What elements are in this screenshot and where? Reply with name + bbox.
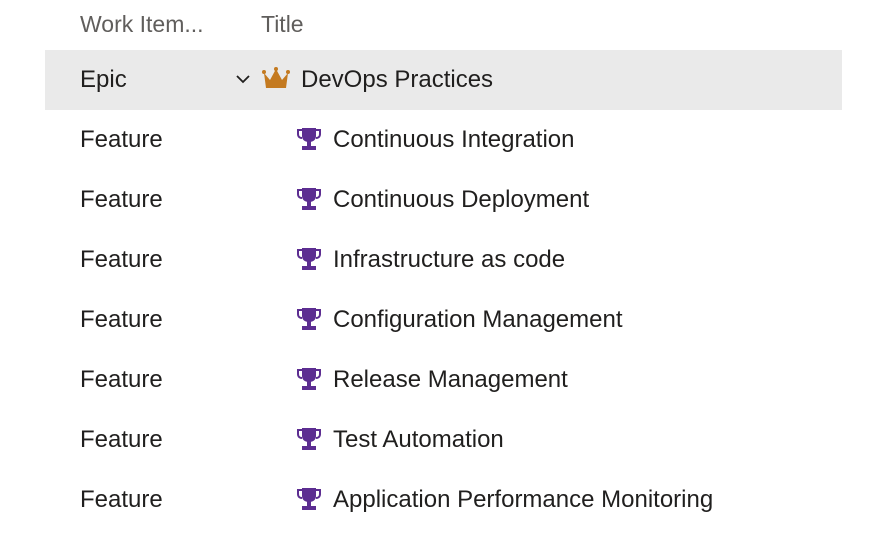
work-item-title[interactable]: Continuous Deployment — [333, 185, 589, 215]
work-item-title[interactable]: Application Performance Monitoring — [333, 485, 713, 515]
table-row[interactable]: Feature Release Management — [45, 350, 842, 410]
work-item-title[interactable]: Test Automation — [333, 425, 504, 455]
work-item-type: Feature — [80, 426, 163, 453]
work-items-grid: Work Item... Title Epic DevOps Practices… — [45, 0, 842, 530]
trophy-icon — [297, 188, 321, 210]
crown-icon — [262, 67, 290, 88]
table-row[interactable]: Feature Continuous Deployment — [45, 170, 842, 230]
table-row[interactable]: Feature Application Performance Monitori… — [45, 470, 842, 530]
trophy-icon — [297, 128, 321, 150]
table-row[interactable]: Feature Continuous Integration — [45, 110, 842, 170]
work-item-title[interactable]: Configuration Management — [333, 305, 623, 335]
table-row-epic[interactable]: Epic DevOps Practices — [45, 50, 842, 110]
trophy-icon — [297, 308, 321, 330]
work-item-title[interactable]: Infrastructure as code — [333, 245, 565, 275]
work-item-type: Feature — [80, 366, 163, 393]
work-item-title[interactable]: Release Management — [333, 365, 568, 395]
work-item-type: Feature — [80, 246, 163, 273]
work-item-type: Feature — [80, 126, 163, 153]
work-item-title[interactable]: Continuous Integration — [333, 125, 575, 155]
work-item-type: Epic — [80, 66, 127, 93]
work-item-type: Feature — [80, 186, 163, 213]
column-header-work-item-type[interactable]: Work Item... — [80, 9, 204, 39]
work-item-type: Feature — [80, 306, 163, 333]
table-row[interactable]: Feature Test Automation — [45, 410, 842, 470]
grid-header: Work Item... Title — [45, 0, 842, 50]
trophy-icon — [297, 488, 321, 510]
column-header-title[interactable]: Title — [261, 9, 304, 39]
work-item-type: Feature — [80, 486, 163, 513]
trophy-icon — [297, 368, 321, 390]
chevron-down-icon[interactable] — [233, 69, 253, 89]
table-row[interactable]: Feature Configuration Management — [45, 290, 842, 350]
trophy-icon — [297, 428, 321, 450]
trophy-icon — [297, 248, 321, 270]
table-row[interactable]: Feature Infrastructure as code — [45, 230, 842, 290]
work-item-title[interactable]: DevOps Practices — [301, 65, 493, 95]
